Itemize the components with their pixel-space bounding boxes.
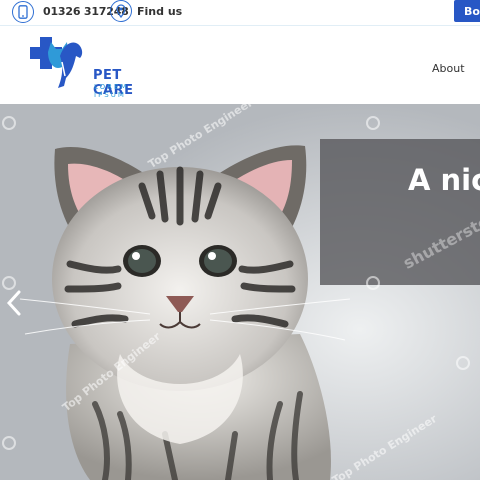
slide-caption: A nice [408, 163, 480, 197]
page: 01326 317248 Find us Boo PET CARE LOREM … [0, 0, 480, 480]
top-bar: 01326 317248 Find us Boo [0, 0, 480, 26]
site-header: PET CARE LOREM IPSUM About [0, 26, 480, 104]
slide-caption-box: A nice [320, 139, 480, 285]
hero-slider: A nice [0, 104, 480, 480]
nav-about[interactable]: About [432, 62, 465, 75]
logo[interactable]: PET CARE LOREM IPSUM [20, 34, 160, 99]
logo-subtitle: LOREM IPSUM [94, 83, 129, 99]
phone-icon [12, 1, 34, 23]
find-us-link[interactable]: Find us [137, 5, 182, 18]
map-pin-icon [110, 0, 132, 22]
chevron-left-icon [6, 290, 21, 316]
watermark-mark-icon [2, 116, 16, 130]
book-button[interactable]: Boo [454, 0, 480, 22]
watermark-mark-icon [456, 356, 470, 370]
slider-prev-arrow[interactable] [4, 288, 24, 318]
watermark-mark-icon [366, 116, 380, 130]
watermark-mark-icon [2, 276, 16, 290]
watermark-mark-icon [2, 436, 16, 450]
logo-mark-icon [30, 37, 83, 88]
watermark-mark-icon [366, 276, 380, 290]
